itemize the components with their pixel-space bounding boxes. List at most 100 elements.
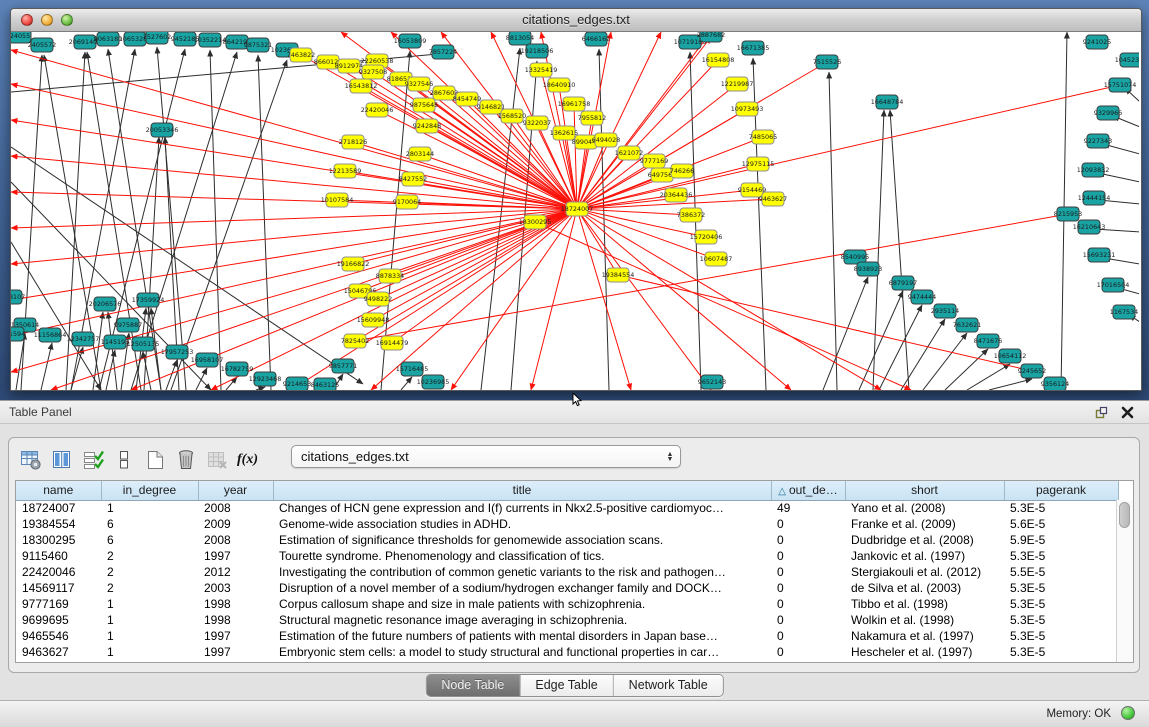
graph-node[interactable]: 12923468 [249,372,282,386]
network-view-window[interactable]: citations_edges.txt 24055240557220691406… [10,8,1142,391]
tab-network-table[interactable]: Network Table [614,675,723,696]
table-cell[interactable]: Structural magnetic resonance image aver… [273,612,771,628]
graph-node[interactable]: 9857771 [329,359,357,373]
table-cell[interactable]: de Silva et al. (2003) [845,580,1004,596]
table-row[interactable]: 1872400712008Changes of HCN gene express… [16,500,1118,516]
table-cell[interactable]: 5.3E-5 [1004,628,1118,644]
graph-node[interactable]: 2718126 [339,135,367,149]
table-cell[interactable]: 14569117 [16,580,101,596]
function-builder-icon[interactable]: f(x) [234,447,261,474]
table-cell[interactable]: 5.3E-5 [1004,580,1118,596]
column-header-title[interactable]: title [273,481,771,500]
graph-node[interactable]: 9329966 [1094,106,1122,120]
graph-node[interactable]: 7825402 [341,334,369,348]
graph-node[interactable]: 7632621 [953,318,981,332]
column-header-name[interactable]: name [16,481,101,500]
graph-node[interactable]: 7485065 [749,130,777,144]
graph-node[interactable]: 10107584 [321,193,354,207]
graph-node[interactable]: 746266 [670,164,694,178]
table-cell[interactable]: 0 [771,548,845,564]
table-cell[interactable]: 49 [771,500,845,516]
graph-node[interactable]: 16914479 [376,336,409,350]
table-cell[interactable]: 2003 [198,580,273,596]
graph-node[interactable]: 7386372 [677,208,705,222]
table-cell[interactable]: Jankovic et al. (1997) [845,548,1004,564]
graph-node[interactable]: 7515526 [813,55,841,69]
column-header-year[interactable]: year [198,481,273,500]
table-cell[interactable]: 22420046 [16,564,101,580]
column-header-short[interactable]: short [845,481,1004,500]
table-cell[interactable]: 0 [771,516,845,532]
table-cell[interactable]: 6 [101,516,198,532]
table-cell[interactable]: Franke et al. (2009) [845,516,1004,532]
graph-node[interactable]: 10607487 [700,252,733,266]
table-cell[interactable]: Tourette syndrome. Phenomenology and cla… [273,548,771,564]
table-cell[interactable]: 1997 [198,644,273,660]
table-cell[interactable]: 1 [101,596,198,612]
graph-node[interactable]: 9214653 [283,377,311,390]
table-row[interactable]: 1456911722003Disruption of a novel membe… [16,580,1118,596]
table-cell[interactable]: 1 [101,500,198,516]
column-format-icon[interactable] [110,447,137,474]
table-cell[interactable]: 9463627 [16,644,101,660]
memory-status-icon[interactable] [1121,706,1135,720]
select-rows-icon[interactable] [79,447,106,474]
table-cell[interactable]: Estimation of the future numbers of pati… [273,628,771,644]
graph-node[interactable]: 16782759 [221,362,254,376]
table-cell[interactable]: 5.3E-5 [1004,596,1118,612]
table-cell[interactable]: Dudbridge et al. (2008) [845,532,1004,548]
table-cell[interactable]: Corpus callosum shape and size in male p… [273,596,771,612]
column-header-out_de[interactable]: △out_de… [771,481,845,500]
table-cell[interactable]: 5.5E-5 [1004,564,1118,580]
graph-node[interactable]: 9245652 [1018,364,1046,378]
table-cell[interactable]: Embryonic stem cells: a model to study s… [273,644,771,660]
graph-node[interactable]: 20053346 [146,123,179,137]
table-cell[interactable]: 1 [101,644,198,660]
table-cell[interactable]: 9777169 [16,596,101,612]
graph-node[interactable]: 16210643 [1073,220,1106,234]
table-cell[interactable]: 0 [771,532,845,548]
graph-node[interactable]: 16958107 [191,353,224,367]
table-scrollbar[interactable] [1116,500,1133,662]
table-cell[interactable]: 2 [101,548,198,564]
graph-node[interactable]: 9652143 [698,375,726,389]
graph-node[interactable]: 9227343 [1084,134,1112,148]
delete-column-disabled-icon[interactable] [203,447,230,474]
graph-node[interactable]: 12093832 [1077,163,1110,177]
graph-node[interactable]: 15720406 [690,230,723,244]
graph-node[interactable]: 1145193 [101,335,129,349]
table-cell[interactable]: 19384554 [16,516,101,532]
table-source-select[interactable]: citations_edges.txt ▲▼ [291,445,681,468]
graph-node[interactable]: 9327508 [359,65,387,79]
table-cell[interactable]: 2012 [198,564,273,580]
table-row[interactable]: 969969511998Structural magnetic resonanc… [16,612,1118,628]
graph-node[interactable]: 2935114 [931,304,959,318]
show-columns-icon[interactable] [48,447,75,474]
table-scrollbar-thumb[interactable] [1119,502,1130,528]
table-cell[interactable]: 1998 [198,612,273,628]
graph-node[interactable]: 8463125 [311,378,339,390]
table-cell[interactable]: 1 [101,612,198,628]
table-cell[interactable]: 2 [101,564,198,580]
table-cell[interactable]: 5.9E-5 [1004,532,1118,548]
graph-node[interactable]: 17957253 [161,345,194,359]
graph-node[interactable]: 19166822 [337,257,370,271]
table-cell[interactable]: 0 [771,612,845,628]
network-window-titlebar[interactable]: citations_edges.txt [11,9,1141,32]
graph-node[interactable]: 2803144 [406,147,434,161]
float-icon[interactable] [1093,404,1109,420]
graph-node[interactable]: 7857224 [429,45,457,59]
graph-node[interactable]: 9241025 [1083,35,1111,49]
graph-node[interactable]: 17359924 [132,293,165,307]
table-cell[interactable]: Genome-wide association studies in ADHD. [273,516,771,532]
graph-node[interactable]: 8427552 [399,172,427,186]
graph-node[interactable]: 12219987 [721,77,754,91]
graph-node[interactable]: 2405572 [28,38,56,52]
network-canvas[interactable]: 2405524055722069140690631801065328715276… [11,32,1139,390]
graph-node[interactable]: 12444154 [1078,191,1111,205]
graph-node[interactable]: 9498222 [364,292,392,306]
graph-node[interactable]: 9975887 [114,318,142,332]
table-cell[interactable]: 0 [771,580,845,596]
table-cell[interactable]: 5.3E-5 [1004,644,1118,660]
delete-table-icon[interactable] [172,447,199,474]
